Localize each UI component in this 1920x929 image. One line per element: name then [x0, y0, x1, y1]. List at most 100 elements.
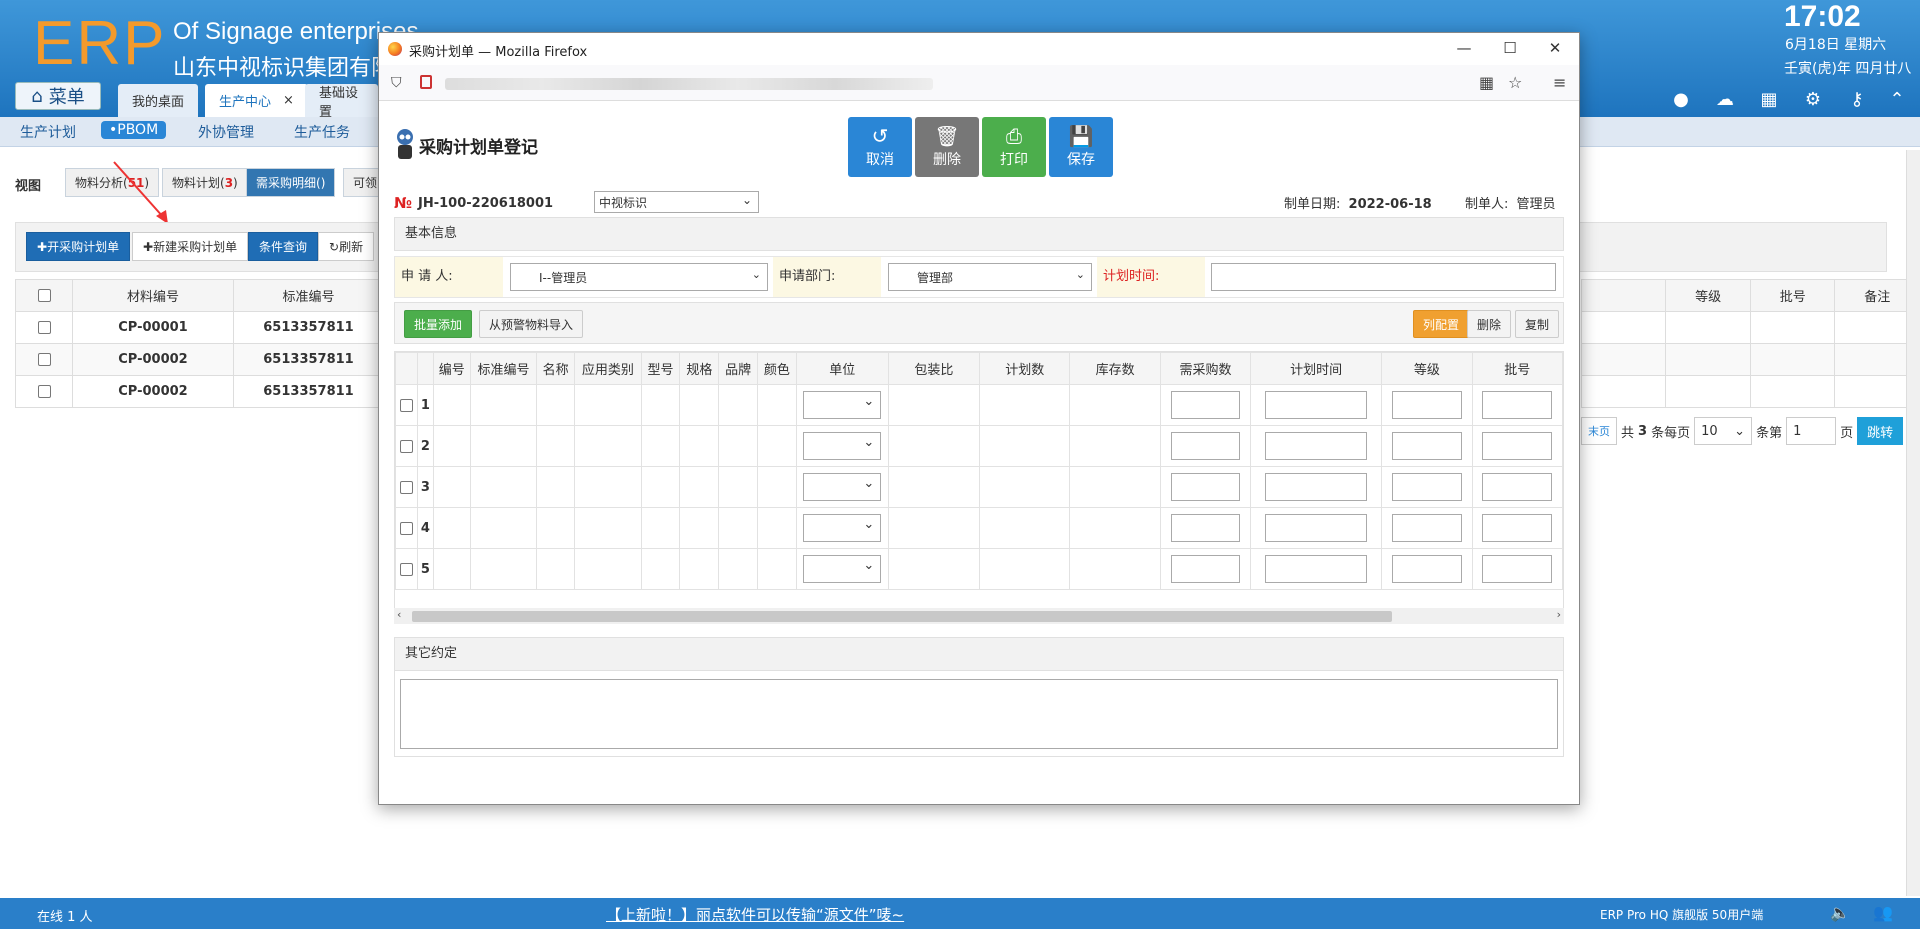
grid-cell[interactable] — [718, 425, 759, 467]
grid-cell[interactable] — [757, 507, 797, 549]
table-row[interactable]: CP-00001 6513357811 — [15, 311, 384, 344]
grid-cell[interactable] — [979, 507, 1071, 549]
grid-cell[interactable] — [979, 466, 1071, 508]
grid-cell[interactable] — [979, 425, 1071, 467]
refresh-button[interactable]: ↻ 刷新 — [318, 232, 375, 261]
close-window-button[interactable]: ✕ — [1545, 39, 1565, 57]
row-select-cell[interactable] — [395, 384, 418, 426]
grid-cell[interactable] — [574, 466, 642, 508]
other-terms-textarea[interactable] — [400, 679, 1558, 749]
grid-cell[interactable] — [640, 466, 681, 508]
scroll-right-icon[interactable]: › — [1557, 608, 1561, 621]
new-plan-button[interactable]: ✚ 新建采购计划单 — [132, 232, 249, 261]
grade-input[interactable] — [1391, 514, 1462, 542]
grid-row[interactable]: 4 — [395, 507, 1563, 549]
view-tab-purchase-detail[interactable]: 需采购明细() — [246, 168, 336, 197]
grid-row[interactable]: 3 — [395, 466, 1563, 508]
query-button[interactable]: 条件查询 — [248, 232, 319, 261]
grid-cell[interactable] — [432, 507, 471, 549]
grid-cell[interactable] — [887, 507, 981, 549]
open-plan-button[interactable]: ✚ 开采购计划单 — [26, 232, 131, 261]
notice-link[interactable]: 【上新啦！】丽点软件可以传输“源文件”唛~ — [606, 904, 904, 925]
checkbox[interactable] — [399, 398, 413, 412]
view-tab-material-plan[interactable]: 物料计划(3) — [162, 168, 248, 197]
print-button[interactable]: ⎙ 打印 — [982, 117, 1046, 177]
row-select-cell[interactable] — [395, 466, 418, 508]
grid-row[interactable]: 5 — [395, 548, 1563, 590]
checkbox[interactable] — [399, 521, 413, 535]
close-icon[interactable]: × — [283, 93, 294, 108]
url-text-blurred[interactable] — [445, 78, 933, 90]
grid-cell[interactable] — [887, 384, 981, 426]
grid-cell[interactable] — [469, 548, 538, 590]
table-row[interactable]: CP-00002 6513357811 — [15, 343, 384, 376]
grade-input[interactable] — [1391, 432, 1462, 460]
unit-select[interactable] — [803, 473, 882, 501]
grid-cell[interactable] — [432, 466, 471, 508]
minimize-button[interactable]: — — [1454, 39, 1474, 57]
grid-cell[interactable] — [887, 425, 981, 467]
grid-cell[interactable] — [757, 548, 797, 590]
grid-cell[interactable] — [574, 425, 642, 467]
row-select-cell[interactable] — [395, 507, 418, 549]
bookmark-star-icon[interactable]: ☆ — [1508, 73, 1522, 92]
grid-cell[interactable] — [679, 425, 720, 467]
grid-horizontal-scrollbar[interactable]: ‹ › — [394, 608, 1564, 624]
checkbox[interactable] — [399, 562, 413, 576]
checkbox[interactable] — [399, 439, 413, 453]
unit-select[interactable] — [803, 555, 882, 583]
page-scrollbar[interactable] — [1906, 150, 1920, 896]
checkbox[interactable] — [37, 353, 51, 366]
row-select-cell[interactable] — [395, 425, 418, 467]
grid-cell[interactable] — [1069, 548, 1161, 590]
grid-cell[interactable] — [536, 507, 576, 549]
plan-time-input[interactable] — [1264, 391, 1368, 419]
grid-cell[interactable] — [432, 548, 471, 590]
grid-cell[interactable] — [757, 466, 797, 508]
grid-cell[interactable] — [679, 507, 720, 549]
grid-cell[interactable] — [1069, 507, 1161, 549]
plan-time-input[interactable] — [1264, 432, 1368, 460]
grid-cell[interactable] — [536, 425, 576, 467]
menu-button[interactable]: ⌂ 菜单 — [15, 82, 101, 110]
grid-cell[interactable] — [469, 384, 538, 426]
grid-cell[interactable] — [469, 425, 538, 467]
unit-select[interactable] — [803, 432, 882, 460]
speaker-icon[interactable]: 🔈 — [1830, 903, 1850, 922]
grid-cell[interactable] — [640, 548, 681, 590]
grid-cell[interactable] — [469, 507, 538, 549]
scroll-thumb[interactable] — [412, 611, 1392, 622]
purchase-qty-input[interactable] — [1170, 432, 1241, 460]
hamburger-menu-icon[interactable]: ≡ — [1553, 73, 1566, 92]
table-row[interactable] — [1580, 375, 1920, 408]
grid-cell[interactable] — [718, 548, 759, 590]
unit-select[interactable] — [803, 514, 882, 542]
column-config-button[interactable]: 列配置 — [1413, 310, 1470, 338]
delete-button[interactable]: 🗑 删除 — [915, 117, 979, 177]
checkbox[interactable] — [37, 289, 51, 302]
row-select-cell[interactable] — [15, 343, 73, 376]
grade-input[interactable] — [1391, 555, 1462, 583]
url-bar[interactable]: ⛉ ▦ ☆ ≡ — [379, 65, 1579, 101]
collapse-icon[interactable]: ⌃ — [1886, 89, 1908, 111]
grade-input[interactable] — [1391, 391, 1462, 419]
grid-cell[interactable] — [979, 548, 1071, 590]
batch-input[interactable] — [1482, 391, 1553, 419]
checkbox[interactable] — [37, 321, 51, 334]
user-icon[interactable]: ● — [1670, 89, 1692, 111]
copy-button[interactable]: 复制 — [1515, 310, 1560, 338]
window-titlebar[interactable]: 采购计划单 — Mozilla Firefox — ☐ ✕ — [379, 33, 1579, 65]
qr-code-icon[interactable]: ▦ — [1479, 73, 1494, 92]
grid-cell[interactable] — [757, 425, 797, 467]
grade-input[interactable] — [1391, 473, 1462, 501]
save-button[interactable]: 💾 保存 — [1049, 117, 1113, 177]
grid-cell[interactable] — [640, 384, 681, 426]
grid-cell[interactable] — [574, 384, 642, 426]
key-icon[interactable]: ⚷ — [1846, 89, 1868, 111]
unit-select[interactable] — [803, 391, 882, 419]
tab-production-center[interactable]: 生产中心 × — [205, 84, 308, 117]
subnav-production-plan[interactable]: 生产计划 — [20, 122, 76, 142]
grid-cell[interactable] — [640, 425, 681, 467]
gear-icon[interactable]: ⚙ — [1802, 89, 1824, 111]
subnav-production-task[interactable]: 生产任务 — [294, 122, 350, 142]
